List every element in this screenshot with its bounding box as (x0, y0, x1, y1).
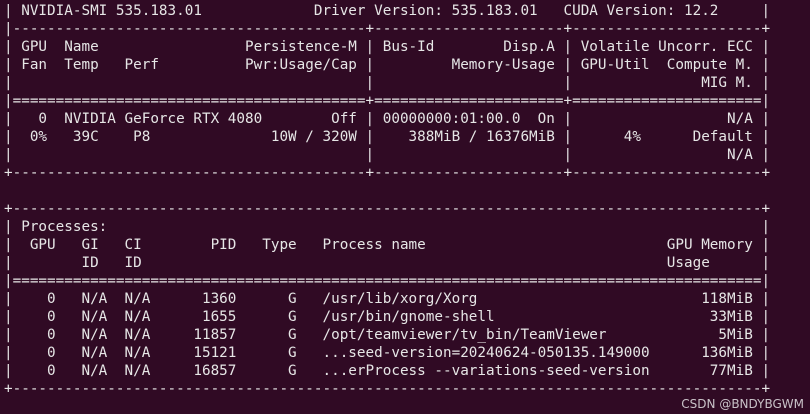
terminal-line: +---------------------------------------… (4, 165, 771, 181)
csdn-watermark: CSDN @BNDYBGWM (681, 397, 804, 411)
terminal-line: | GPU GI CI PID Type Process name GPU Me… (4, 237, 771, 253)
terminal-line: | 0 N/A N/A 15121 G ...seed-version=2024… (4, 345, 771, 361)
terminal-line: | | | MIG M. | (4, 75, 771, 91)
nvidia-smi-output: | NVIDIA-SMI 535.183.01 Driver Version: … (4, 2, 770, 398)
terminal-line: | 0 N/A N/A 1360 G /usr/lib/xorg/Xorg 11… (4, 291, 771, 307)
terminal-line: | 0% 39C P8 10W / 320W | 388MiB / 16376M… (4, 129, 771, 145)
terminal-line: +---------------------------------------… (4, 201, 771, 217)
terminal-line: +---------------------------------------… (4, 381, 771, 397)
terminal-line: | 0 N/A N/A 1655 G /usr/bin/gnome-shell … (4, 309, 771, 325)
terminal-line: | Processes: | (4, 219, 771, 235)
terminal-line: | ID ID Usage | (4, 255, 771, 271)
terminal-line: | NVIDIA-SMI 535.183.01 Driver Version: … (4, 3, 771, 19)
terminal-line: | 0 N/A N/A 16857 G ...erProcess --varia… (4, 363, 771, 379)
terminal-line: | 0 NVIDIA GeForce RTX 4080 Off | 000000… (4, 111, 771, 127)
terminal-line: |=======================================… (4, 93, 771, 109)
terminal-line: | Fan Temp Perf Pwr:Usage/Cap | Memory-U… (4, 57, 771, 73)
terminal-line: |=======================================… (4, 273, 771, 289)
terminal-line: | | | N/A | (4, 147, 771, 163)
terminal-line: | GPU Name Persistence-M | Bus-Id Disp.A… (4, 39, 771, 55)
terminal-line: |---------------------------------------… (4, 21, 771, 37)
terminal-line: | 0 N/A N/A 11857 G /opt/teamviewer/tv_b… (4, 327, 771, 343)
terminal-window[interactable]: | NVIDIA-SMI 535.183.01 Driver Version: … (0, 0, 810, 414)
